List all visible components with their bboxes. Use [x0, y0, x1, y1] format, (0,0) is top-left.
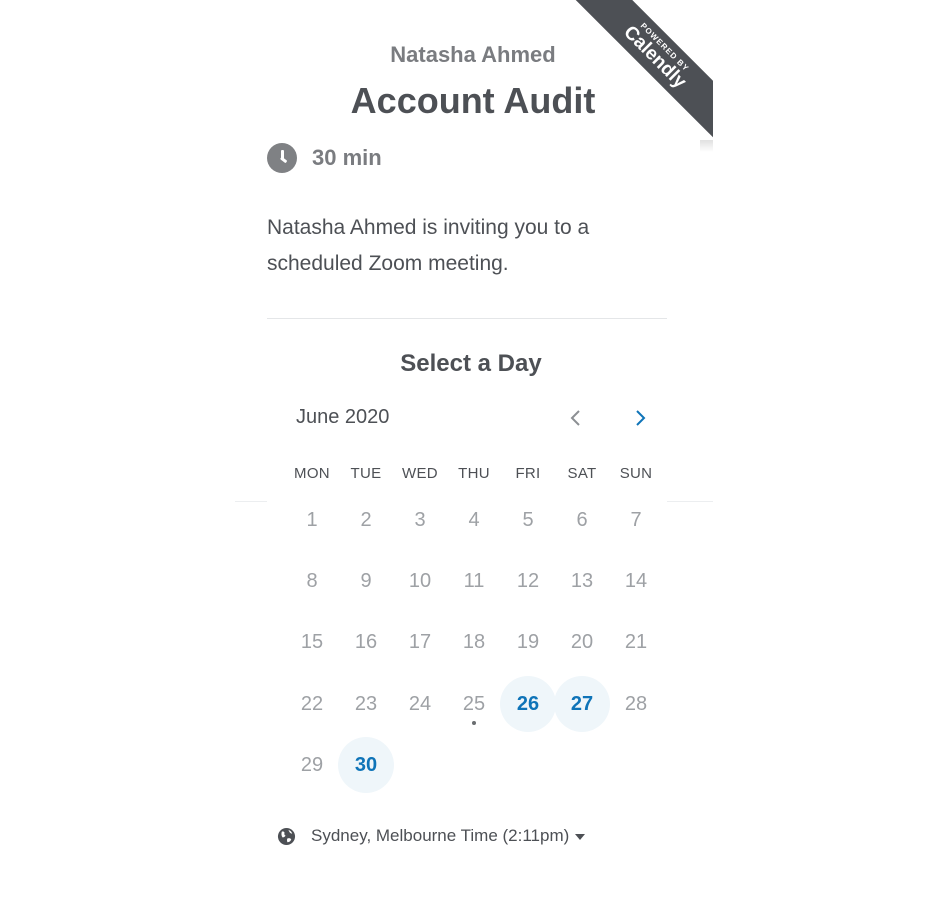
- event-duration: 30 min: [267, 143, 382, 173]
- timezone-selector[interactable]: Sydney, Melbourne Time (2:11pm): [277, 826, 586, 846]
- calendar-day: 18: [462, 630, 486, 653]
- weekday-header: SAT: [567, 465, 597, 482]
- calendar-day: 21: [624, 630, 648, 653]
- calendar-day: 28: [624, 692, 648, 715]
- calendar-day: 15: [300, 630, 324, 653]
- calendar-day-available[interactable]: 27: [554, 676, 610, 732]
- calendar-day: 16: [354, 630, 378, 653]
- weekday-header: WED: [402, 465, 438, 482]
- select-day-heading: Select a Day: [400, 350, 542, 377]
- event-title: Account Audit: [350, 80, 596, 121]
- calendar-day: 7: [630, 508, 642, 531]
- calendar-day: 17: [408, 630, 432, 653]
- calendar-day: 23: [354, 692, 378, 715]
- previous-month-button[interactable]: [556, 398, 596, 438]
- caret-down-icon: [575, 834, 586, 840]
- calendar-day: 14: [624, 569, 648, 592]
- calendar-day: 19: [516, 630, 540, 653]
- calendar-day: 9: [360, 569, 372, 592]
- calendar-day: 10: [408, 569, 432, 592]
- weekday-header: FRI: [515, 465, 541, 482]
- timezone-label: Sydney, Melbourne Time (2:11pm): [311, 826, 570, 845]
- chevron-left-icon: [570, 410, 580, 426]
- calendar-day-available[interactable]: 30: [338, 737, 394, 793]
- calendar-day: 5: [522, 508, 534, 531]
- chevron-right-icon: [636, 410, 646, 426]
- calendar-day: 13: [570, 569, 594, 592]
- calendar-day: 11: [463, 569, 485, 592]
- divider: [267, 318, 667, 319]
- event-description: Natasha Ahmed is inviting you to a sched…: [267, 216, 590, 275]
- calendar-day: 24: [408, 692, 432, 715]
- globe-icon: [277, 827, 296, 845]
- calendar-day-available[interactable]: 26: [500, 676, 556, 732]
- duration-label: 30 min: [312, 145, 382, 170]
- calendar-day: 22: [300, 692, 324, 715]
- calendar-day: 1: [306, 508, 318, 531]
- weekday-header: TUE: [350, 465, 382, 482]
- calendar-day: 3: [414, 508, 426, 531]
- calendar-day: 4: [468, 508, 480, 531]
- next-month-button[interactable]: [620, 398, 660, 438]
- calendar-day: 20: [570, 630, 594, 653]
- today-indicator: [472, 721, 476, 725]
- clock-icon: [267, 143, 297, 173]
- calendar-day: 12: [516, 569, 540, 592]
- calendar-day: 8: [306, 569, 318, 592]
- calendar-day: 29: [300, 753, 324, 776]
- weekday-header: SUN: [619, 465, 653, 482]
- ribbon-shadow: [700, 140, 713, 152]
- weekday-header: THU: [458, 465, 490, 482]
- calendar-day: 6: [576, 508, 588, 531]
- weekday-header: MON: [294, 465, 330, 482]
- month-label: June 2020: [296, 406, 390, 428]
- calendar-day: 2: [360, 508, 372, 531]
- host-name: Natasha Ahmed: [390, 42, 556, 67]
